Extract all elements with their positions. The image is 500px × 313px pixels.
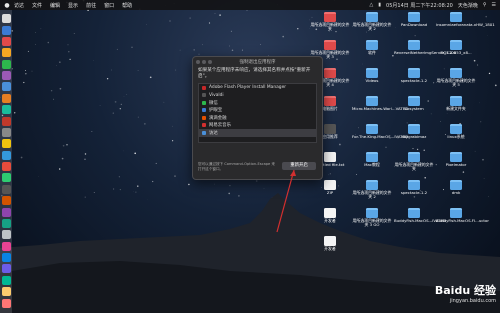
watermark: Baidu 经验 jingyan.baidu.com — [378, 282, 500, 313]
annotation-arrow — [276, 169, 296, 233]
watermark-sub: jingyan.baidu.com — [449, 298, 496, 304]
watermark-main: Baidu 经验 — [434, 284, 496, 297]
